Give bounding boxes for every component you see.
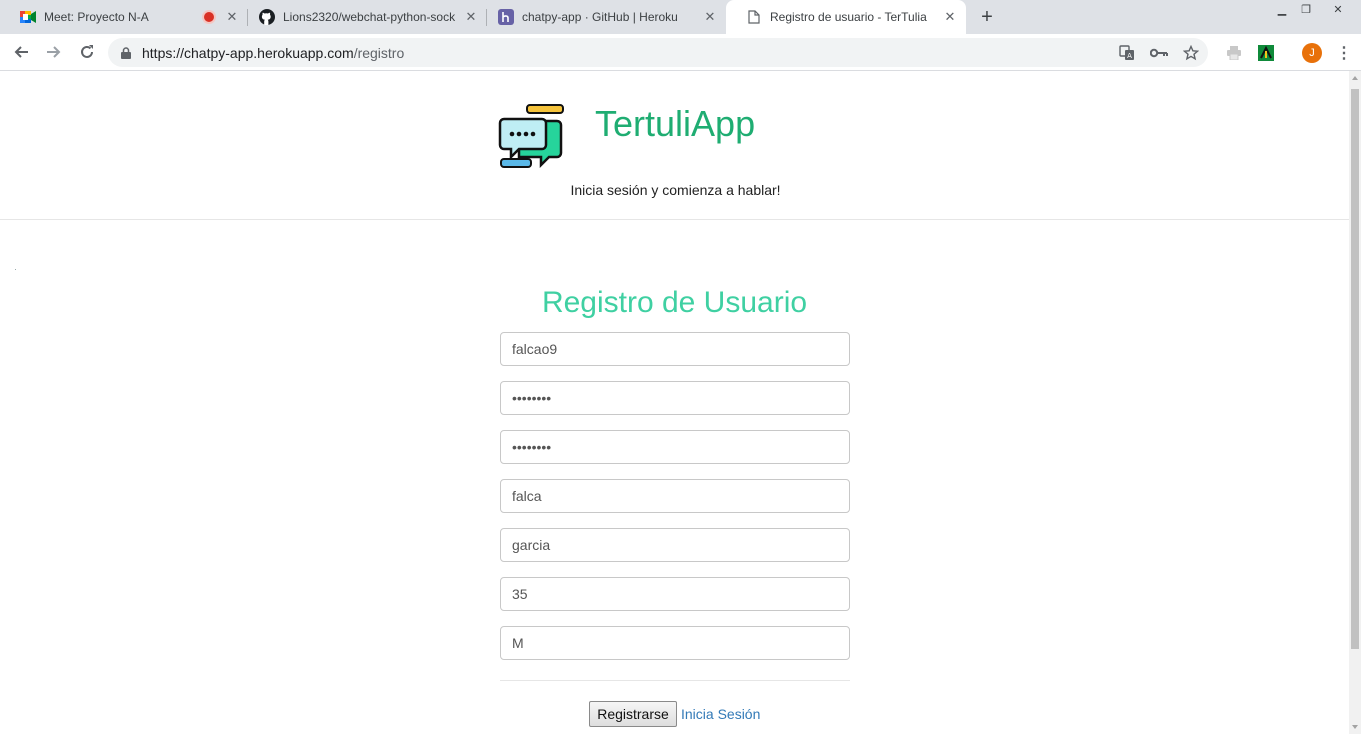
arrow-right-icon xyxy=(47,46,61,58)
key-icon[interactable] xyxy=(1149,43,1169,63)
brand-title: TertuliApp xyxy=(595,103,756,144)
reload-icon xyxy=(81,45,93,58)
site-header: TertuliApp Inicia sesión y comienza a ha… xyxy=(0,71,1349,220)
form-divider xyxy=(500,680,850,681)
close-window-button[interactable]: ✕ xyxy=(1326,0,1350,18)
age-field[interactable] xyxy=(500,577,850,611)
recording-icon xyxy=(204,12,214,22)
heroku-icon xyxy=(498,9,514,25)
address-bar[interactable]: https://chatpy-app.herokuapp.com/registr… xyxy=(108,38,1208,67)
back-button[interactable] xyxy=(9,40,33,64)
github-icon xyxy=(259,9,275,25)
tab-registro[interactable]: Registro de usuario - TerTulia ✕ xyxy=(726,0,966,34)
url-text[interactable]: https://chatpy-app.herokuapp.com/registr… xyxy=(142,45,404,61)
last-name-field[interactable] xyxy=(500,528,850,562)
scroll-up-icon[interactable] xyxy=(1352,76,1358,80)
tab-strip: Meet: Proyecto N-A ✕ Lions2320/webchat-p… xyxy=(0,0,1361,34)
google-meet-icon xyxy=(20,9,36,25)
browser-toolbar: https://chatpy-app.herokuapp.com/registr… xyxy=(0,34,1361,71)
tagline: Inicia sesión y comienza a hablar! xyxy=(570,182,781,198)
username-field[interactable] xyxy=(500,332,850,366)
new-tab-button[interactable]: + xyxy=(976,6,998,28)
minimize-button[interactable]: ▁ xyxy=(1270,0,1294,18)
profile-avatar[interactable]: J xyxy=(1302,43,1322,63)
page-icon xyxy=(746,9,762,25)
page-scrollbar[interactable] xyxy=(1349,71,1361,734)
url-path: /registro xyxy=(353,45,405,61)
first-name-field[interactable] xyxy=(500,479,850,513)
restore-button[interactable]: ❐ xyxy=(1294,0,1318,18)
scroll-down-icon[interactable] xyxy=(1352,725,1358,729)
more-menu-icon[interactable]: ⋮ xyxy=(1336,43,1352,63)
close-tab-icon[interactable]: ✕ xyxy=(942,9,958,25)
tab-heroku[interactable]: chatpy-app · GitHub | Heroku ✕ xyxy=(478,0,726,34)
tab-title: chatpy-app · GitHub | Heroku xyxy=(522,10,678,24)
tab-title: Lions2320/webchat-python-sock xyxy=(283,10,456,24)
close-tab-icon[interactable]: ✕ xyxy=(224,9,240,25)
chat-bubbles-logo-icon xyxy=(498,104,564,169)
register-button[interactable]: Registrarse xyxy=(589,701,677,727)
forward-button[interactable] xyxy=(42,40,66,64)
stray-dot xyxy=(15,269,16,270)
url-host: https://chatpy-app.herokuapp.com xyxy=(142,45,354,61)
page-content: TertuliApp Inicia sesión y comienza a ha… xyxy=(0,71,1349,734)
scrollbar-thumb[interactable] xyxy=(1351,89,1359,649)
tab-title: Meet: Proyecto N-A xyxy=(44,10,149,24)
gender-field[interactable] xyxy=(500,626,850,660)
tab-title: Registro de usuario - TerTulia xyxy=(770,10,927,24)
svg-text:A: A xyxy=(1127,52,1132,60)
lock-icon[interactable] xyxy=(121,46,131,64)
arrow-left-icon xyxy=(14,46,28,58)
tab-meet[interactable]: Meet: Proyecto N-A ✕ xyxy=(0,0,248,34)
extension-green-icon[interactable] xyxy=(1256,43,1276,63)
form-title: Registro de Usuario xyxy=(541,286,808,319)
tab-github[interactable]: Lions2320/webchat-python-sock ✕ xyxy=(239,0,487,34)
reload-button[interactable] xyxy=(75,40,99,64)
password-confirm-field[interactable] xyxy=(500,430,850,464)
extension-printer-icon[interactable] xyxy=(1224,43,1244,63)
password-field[interactable] xyxy=(500,381,850,415)
close-tab-icon[interactable]: ✕ xyxy=(463,9,479,25)
translate-icon[interactable]: A xyxy=(1117,43,1137,63)
close-tab-icon[interactable]: ✕ xyxy=(702,9,718,25)
login-link[interactable]: Inicia Sesión xyxy=(681,706,760,722)
star-bookmark-icon[interactable] xyxy=(1181,43,1201,63)
